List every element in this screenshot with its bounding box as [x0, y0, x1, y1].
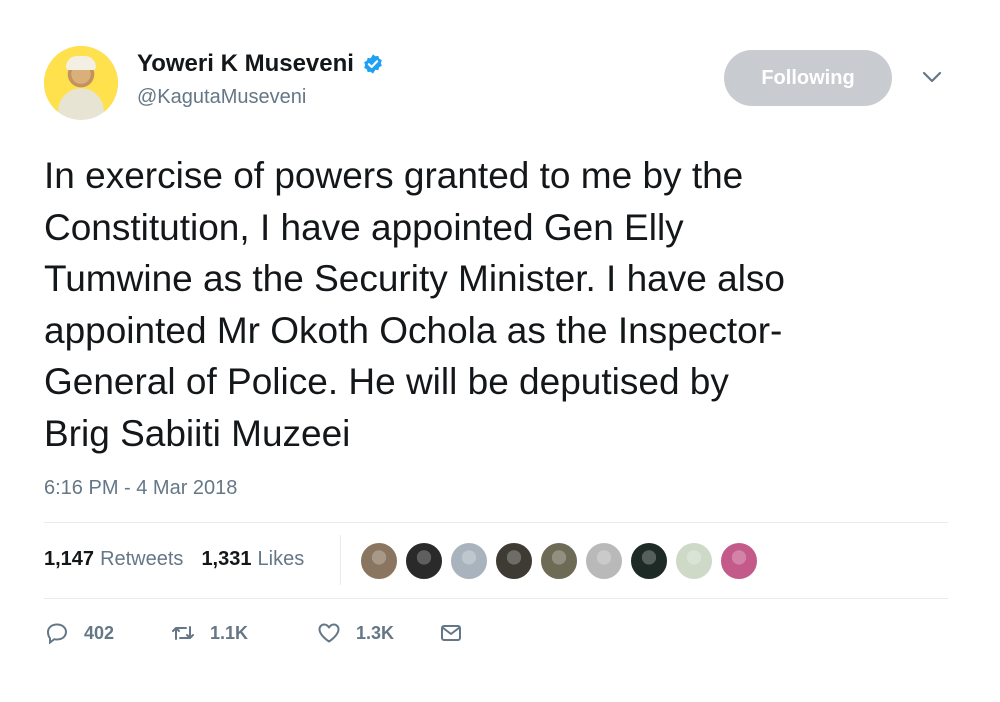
heart-icon: [318, 623, 340, 643]
tweet-actions: 402 1.1K 1.3K: [44, 620, 464, 646]
chevron-down-icon[interactable]: [922, 70, 942, 84]
retweet-button[interactable]: 1.1K: [170, 620, 316, 646]
user-name[interactable]: Yoweri K Museveni: [137, 50, 354, 78]
direct-message-button[interactable]: [438, 620, 464, 646]
like-count: 1.3K: [356, 622, 395, 643]
user-handle[interactable]: @KagutaMuseveni: [137, 86, 306, 109]
liker-avatar[interactable]: [720, 542, 758, 580]
tweet-timestamp[interactable]: 6:16 PM - 4 Mar 2018: [44, 477, 237, 500]
retweets-count: 1,147: [44, 548, 95, 570]
liker-avatar[interactable]: [585, 542, 623, 580]
divider: [44, 522, 948, 523]
liker-avatars: [360, 542, 765, 580]
following-button[interactable]: Following: [724, 50, 892, 106]
envelope-icon: [441, 625, 461, 641]
tweet-stats: 1,147 Retweets 1,331 Likes: [44, 548, 304, 571]
retweet-count: 1.1K: [210, 622, 249, 643]
avatar[interactable]: [44, 46, 118, 120]
reply-count: 402: [84, 622, 115, 643]
liker-avatar[interactable]: [495, 542, 533, 580]
tweet-text: In exercise of powers granted to me by t…: [44, 155, 785, 454]
stats-separator: [340, 535, 341, 585]
divider: [44, 598, 948, 599]
like-button[interactable]: 1.3K: [316, 620, 438, 646]
reply-button[interactable]: 402: [44, 620, 170, 646]
liker-avatar[interactable]: [675, 542, 713, 580]
liker-avatar[interactable]: [360, 542, 398, 580]
reply-icon: [46, 623, 68, 645]
liker-avatar[interactable]: [540, 542, 578, 580]
avatar-hat: [66, 56, 96, 70]
liker-avatar[interactable]: [630, 542, 668, 580]
retweets-stat[interactable]: 1,147 Retweets: [44, 548, 183, 571]
liker-avatar[interactable]: [405, 542, 443, 580]
retweet-icon: [172, 626, 194, 640]
retweets-label: Retweets: [100, 548, 184, 570]
liker-avatar[interactable]: [450, 542, 488, 580]
likes-label: Likes: [257, 548, 305, 570]
likes-stat[interactable]: 1,331 Likes: [201, 548, 304, 571]
name-row: Yoweri K Museveni: [137, 50, 384, 78]
likes-count: 1,331: [201, 548, 252, 570]
verified-badge-icon: [364, 54, 382, 74]
tweet-card: Yoweri K Museveni @KagutaMuseveni Follow…: [0, 0, 1000, 702]
